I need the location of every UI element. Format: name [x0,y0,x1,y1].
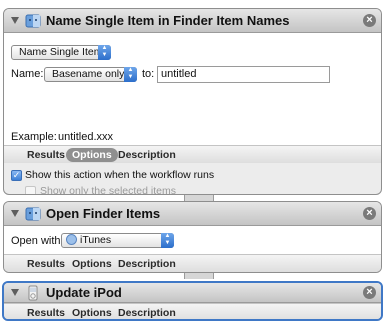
action-tabs: Results Options Description [4,145,381,163]
tab-results[interactable]: Results [21,306,71,319]
tab-description[interactable]: Description [112,148,182,162]
mode-popup-value: Name Single Item [19,46,103,58]
tab-results[interactable]: Results [21,257,71,271]
tab-options[interactable]: Options [66,257,118,271]
disclosure-triangle-icon[interactable] [11,210,19,217]
close-icon[interactable]: × [363,14,376,27]
name-popup-value: Basename only [52,68,125,80]
open-with-label: Open with: [11,235,64,247]
tab-description[interactable]: Description [112,257,182,271]
popup-arrows-icon: ▲ ▼ [98,45,111,60]
name-label: Name: [11,68,44,80]
show-action-label: Show this action when the workflow runs [25,169,215,181]
action-tabs: Results Options Description [4,254,381,272]
finder-icon [25,207,41,221]
action-name-single-item[interactable]: Name Single Item in Finder Item Names × … [3,8,382,195]
close-icon[interactable]: × [363,286,376,299]
action-update-ipod[interactable]: Update iPod × Results Options Descriptio… [2,281,383,321]
example-label: Example: [11,131,57,143]
tab-results[interactable]: Results [21,148,71,162]
name-popup[interactable]: Basename only ▲ ▼ [44,67,137,82]
itunes-icon [66,234,77,245]
show-selected-checkbox[interactable] [25,186,36,194]
tab-description[interactable]: Description [112,306,182,319]
finder-icon [25,14,41,28]
show-selected-label: Show only the selected items [40,185,176,195]
show-action-checkbox[interactable]: ✓ [11,170,22,181]
mode-popup[interactable]: Name Single Item ▲ ▼ [11,45,111,60]
action-options-panel: Name Single Item ▲ ▼ Name: Basename only … [4,33,381,145]
disclosure-triangle-icon[interactable] [11,17,19,24]
open-with-value: iTunes [80,234,112,246]
action-titlebar[interactable]: Update iPod × [4,283,381,303]
action-connector [184,273,214,279]
ipod-icon [28,285,38,301]
action-title: Name Single Item in Finder Item Names [46,13,290,28]
action-open-finder-items[interactable]: Open Finder Items × Open with: iTunes ▲ ▼… [3,201,382,273]
action-tabs: Results Options Description [4,303,381,319]
disclosure-triangle-icon[interactable] [11,289,19,296]
popup-arrows-icon: ▲ ▼ [124,67,137,82]
close-icon[interactable]: × [363,207,376,220]
to-label: to: [142,68,155,80]
open-with-popup[interactable]: iTunes ▲ ▼ [61,233,174,248]
tab-options[interactable]: Options [66,306,118,319]
action-title: Update iPod [46,285,122,300]
example-value: untitled.xxx [58,131,114,143]
to-field[interactable]: untitled [157,66,330,83]
action-footer: ✓ Show this action when the workflow run… [4,163,381,195]
action-options-panel: Open with: iTunes ▲ ▼ [4,226,381,254]
to-field-value: untitled [161,68,197,80]
action-titlebar[interactable]: Name Single Item in Finder Item Names × [4,9,381,33]
tab-options[interactable]: Options [66,148,118,162]
action-title: Open Finder Items [46,206,161,221]
action-titlebar[interactable]: Open Finder Items × [4,202,381,226]
popup-arrows-icon: ▲ ▼ [161,233,174,248]
